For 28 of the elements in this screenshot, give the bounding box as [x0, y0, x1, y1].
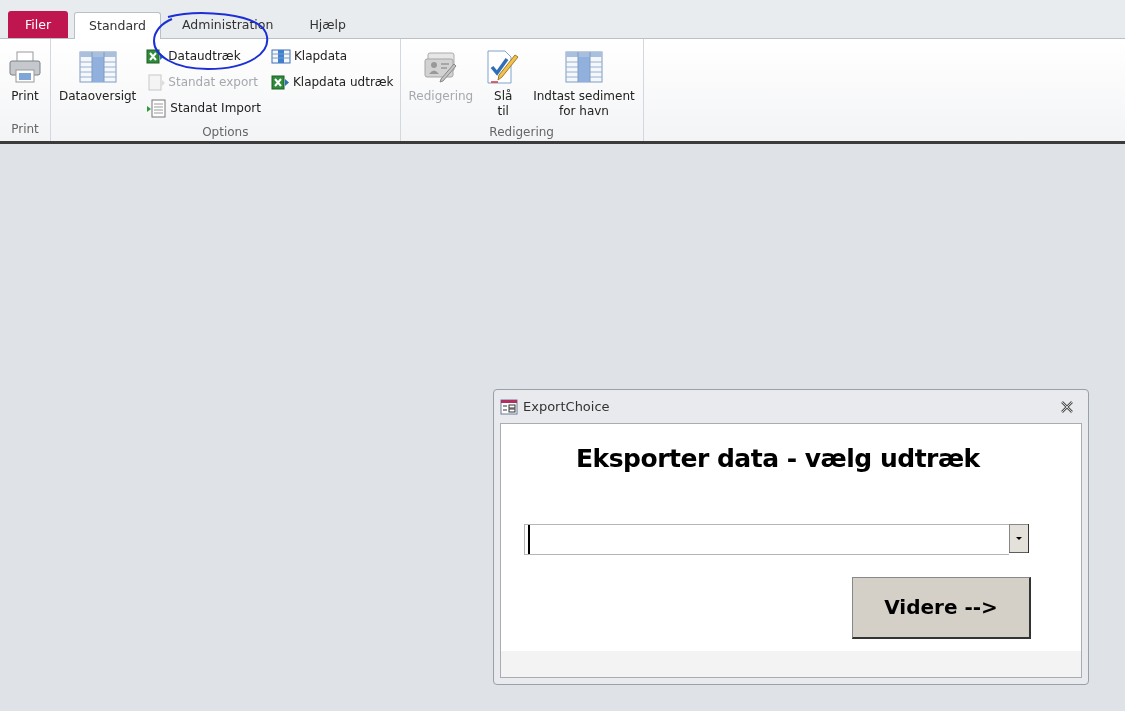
table-icon: [78, 51, 117, 83]
document-icon: [146, 73, 166, 91]
spreadsheet-export-icon: [270, 74, 290, 90]
table-icon: [564, 51, 603, 83]
form-icon: [500, 398, 518, 415]
group-label: Print: [10, 121, 40, 138]
ribbon-button[interactable]: Dataoversigt: [55, 43, 141, 121]
contact-card-icon: [422, 50, 459, 84]
group-label: Options: [201, 124, 250, 141]
continue-button[interactable]: Videre -->: [852, 576, 1031, 639]
group-label: Redigering: [488, 124, 555, 141]
document-import-icon: [146, 98, 168, 118]
dialog-heading: Eksporter data - vælg udtræk: [576, 443, 982, 475]
dropdown-arrow-icon: [1009, 523, 1029, 553]
ribbon-tab[interactable]: Standard: [74, 12, 161, 39]
ribbon-tab[interactable]: Hjælp: [294, 11, 361, 38]
printer-icon: [8, 50, 42, 84]
ribbon-button[interactable]: Indtast sediment for havn: [529, 43, 639, 121]
ribbon-button[interactable]: Dataudtræk: [144, 43, 263, 69]
ribbon-button[interactable]: Klapdata: [268, 43, 396, 69]
ribbon-button[interactable]: Slå til: [481, 43, 526, 121]
close-icon: [1060, 401, 1074, 413]
table-icon: [270, 48, 291, 64]
ribbon-tab[interactable]: Filer: [8, 11, 69, 38]
ribbon-button[interactable]: Print: [4, 43, 46, 118]
ribbon-button[interactable]: Klapdata udtræk: [268, 69, 396, 95]
ribbon-button[interactable]: Standat Import: [144, 95, 263, 121]
dialog-title: ExportChoice: [523, 397, 610, 416]
